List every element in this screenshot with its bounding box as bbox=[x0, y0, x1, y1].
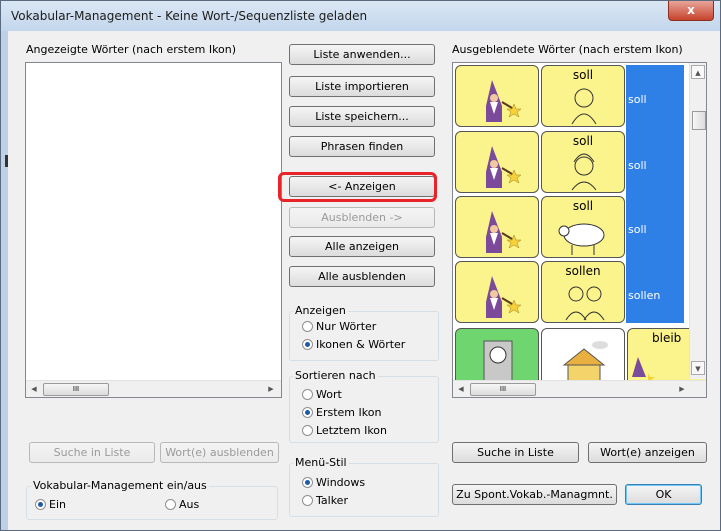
radio-dot-selected bbox=[302, 477, 313, 488]
highlight-box bbox=[278, 172, 437, 202]
vocab-management-dialog: Vokabular-Management - Keine Wort-/Seque… bbox=[0, 0, 721, 531]
word-icon-cell[interactable]: soll bbox=[541, 196, 625, 258]
radio-ein[interactable]: Ein bbox=[35, 498, 66, 511]
radio-dot-selected bbox=[35, 499, 46, 510]
word-icon-cell[interactable]: soll bbox=[541, 65, 625, 127]
word-column[interactable]: soll soll soll sollen bbox=[626, 65, 684, 323]
radio-dot bbox=[302, 389, 313, 400]
word-label: sollen bbox=[628, 289, 661, 302]
radio-dot-selected bbox=[302, 339, 313, 350]
radio-sort-erstem-ikon[interactable]: Erstem Ikon bbox=[302, 406, 381, 419]
hidden-words-hscrollbar[interactable]: ◀ III ▶ bbox=[453, 380, 706, 397]
shown-words-label: Angezeigte Wörter (nach erstem Ikon) bbox=[26, 43, 237, 56]
menu-style-label: Menü-Stil bbox=[293, 456, 349, 469]
wizard-icon-cell[interactable] bbox=[455, 131, 539, 193]
radio-dot bbox=[165, 499, 176, 510]
radio-windows[interactable]: Windows bbox=[302, 476, 365, 489]
save-list-button[interactable]: Liste speichern... bbox=[289, 106, 435, 127]
anzeigen-group bbox=[289, 311, 439, 361]
wizard-icon-cell[interactable] bbox=[455, 261, 539, 323]
apply-list-button[interactable]: Liste anwenden... bbox=[289, 44, 435, 65]
search-in-list-button-left[interactable]: Suche in Liste bbox=[29, 442, 155, 463]
word-icon-cell[interactable]: sollen bbox=[541, 261, 625, 323]
radio-sort-letztem-ikon[interactable]: Letztem Ikon bbox=[302, 424, 387, 437]
wizard-icon bbox=[486, 276, 522, 318]
import-list-button[interactable]: Liste importieren bbox=[289, 76, 435, 97]
scroll-left-icon[interactable]: ◀ bbox=[454, 382, 468, 396]
scroll-left-icon[interactable]: ◀ bbox=[27, 382, 41, 396]
window-frame-edge bbox=[1, 31, 8, 530]
radio-dot bbox=[302, 495, 313, 506]
hidden-words-label: Ausgeblendete Wörter (nach erstem Ikon) bbox=[452, 43, 683, 56]
word-label: soll bbox=[628, 223, 647, 236]
word-label: soll bbox=[628, 159, 647, 172]
scroll-up-icon[interactable]: ▲ bbox=[691, 65, 705, 79]
wizard-icon-cell[interactable] bbox=[455, 65, 539, 127]
scroll-right-icon[interactable]: ▶ bbox=[675, 382, 689, 396]
window-title: Vokabular-Management - Keine Wort-/Seque… bbox=[11, 9, 368, 23]
wizard-icon bbox=[486, 211, 522, 253]
word-icon-cell[interactable]: soll bbox=[541, 131, 625, 193]
radio-nur-woerter[interactable]: Nur Wörter bbox=[302, 320, 376, 333]
wizard-icon bbox=[486, 80, 522, 122]
title-bar: Vokabular-Management - Keine Wort-/Seque… bbox=[1, 1, 720, 31]
radio-dot bbox=[302, 321, 313, 332]
radio-ikonen-woerter[interactable]: Ikonen & Wörter bbox=[302, 338, 405, 351]
hide-button[interactable]: Ausblenden -> bbox=[289, 207, 435, 228]
scroll-thumb[interactable]: III bbox=[43, 383, 109, 396]
radio-talker[interactable]: Talker bbox=[302, 494, 348, 507]
vocab-toggle-label: Vokabular-Management ein/aus bbox=[31, 479, 209, 492]
scroll-down-icon[interactable]: ▼ bbox=[691, 361, 705, 375]
anzeigen-label: Anzeigen bbox=[293, 304, 348, 317]
menu-style-group bbox=[289, 463, 439, 517]
wizard-icon bbox=[486, 146, 522, 188]
radio-dot bbox=[302, 425, 313, 436]
sort-label: Sortieren nach bbox=[293, 369, 378, 382]
shown-words-hscrollbar[interactable]: ◀ III ▶ bbox=[26, 380, 281, 397]
scroll-thumb[interactable] bbox=[692, 111, 706, 130]
hidden-words-list[interactable]: soll soll soll soll sollen soll soll sol… bbox=[452, 62, 707, 398]
word-label: soll bbox=[628, 93, 647, 106]
scroll-thumb[interactable]: III bbox=[470, 383, 536, 396]
radio-dot-selected bbox=[302, 407, 313, 418]
ok-button[interactable]: OK bbox=[625, 484, 702, 505]
wizard-icon-cell[interactable] bbox=[455, 196, 539, 258]
show-words-button[interactable]: Wort(e) anzeigen bbox=[588, 442, 707, 463]
spont-vocab-button[interactable]: Zu Spont.Vokab.-Managmnt. bbox=[452, 484, 617, 505]
find-phrases-button[interactable]: Phrasen finden bbox=[289, 136, 435, 157]
radio-sort-wort[interactable]: Wort bbox=[302, 388, 342, 401]
hide-all-button[interactable]: Alle ausblenden bbox=[289, 266, 435, 287]
scroll-right-icon[interactable]: ▶ bbox=[264, 382, 278, 396]
hide-words-button[interactable]: Wort(e) ausblenden bbox=[160, 442, 279, 463]
hidden-words-vscrollbar[interactable]: ▲ ▼ bbox=[689, 63, 706, 379]
show-all-button[interactable]: Alle anzeigen bbox=[289, 236, 435, 257]
shown-words-list[interactable]: ◀ III ▶ bbox=[25, 62, 282, 398]
close-button[interactable]: x bbox=[668, 1, 714, 21]
search-in-list-button-right[interactable]: Suche in Liste bbox=[452, 442, 579, 463]
radio-aus[interactable]: Aus bbox=[165, 498, 199, 511]
